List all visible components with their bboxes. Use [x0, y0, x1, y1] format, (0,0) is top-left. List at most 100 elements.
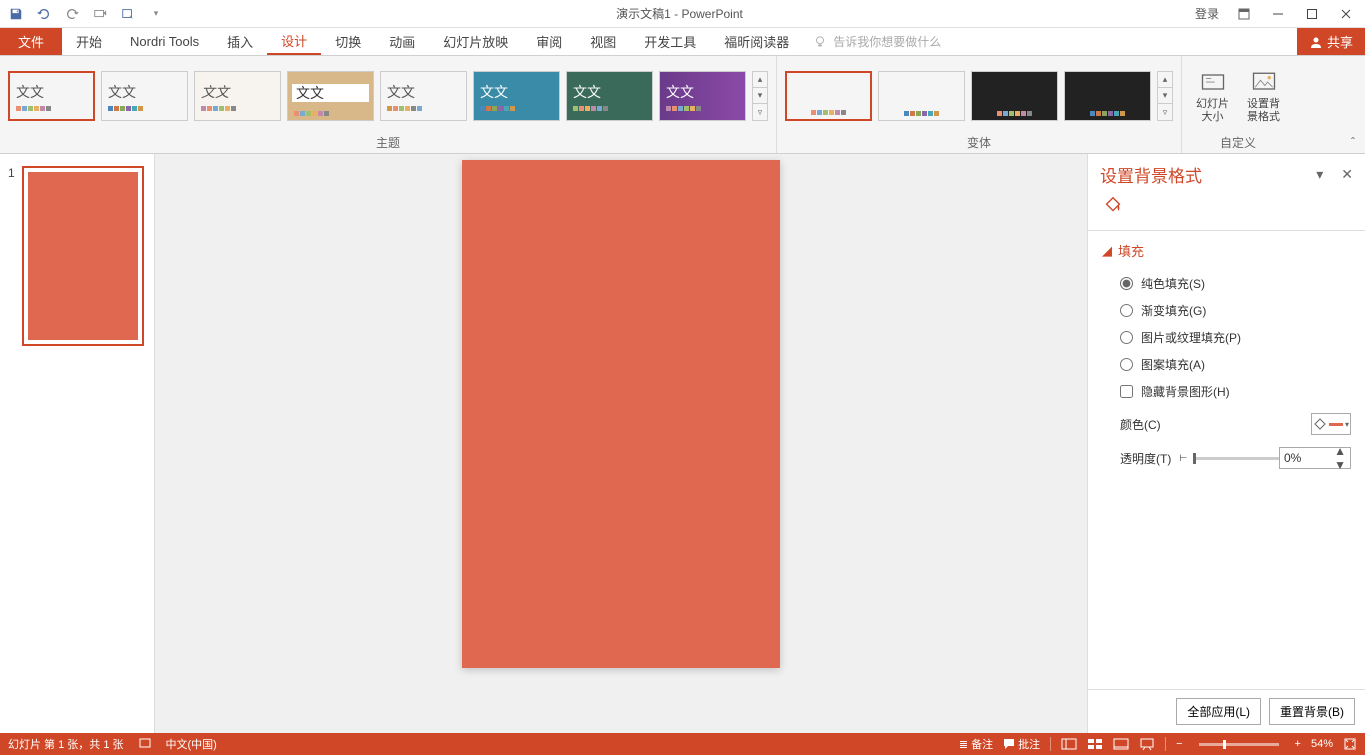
tab-view[interactable]: 视图	[576, 28, 630, 55]
zoom-out-button[interactable]: −	[1176, 738, 1182, 750]
fill-tab-icon[interactable]	[1088, 191, 1365, 231]
person-icon	[1309, 35, 1323, 49]
theme-thumb[interactable]: 文文	[101, 71, 188, 121]
pane-options-icon[interactable]: ▾	[1316, 166, 1323, 183]
scroll-up-icon[interactable]: ▴	[1158, 72, 1172, 88]
tab-design[interactable]: 设计	[267, 28, 321, 55]
scroll-down-icon[interactable]: ▾	[1158, 88, 1172, 104]
theme-thumb[interactable]: 文文	[659, 71, 746, 121]
collapse-ribbon-icon[interactable]: ˆ	[1341, 131, 1365, 153]
ribbon-tabs: 文件 开始 Nordri Tools 插入 设计 切换 动画 幻灯片放映 审阅 …	[0, 28, 1365, 56]
sign-in-button[interactable]: 登录	[1195, 5, 1219, 22]
apply-all-button[interactable]: 全部应用(L)	[1176, 698, 1261, 725]
tab-slideshow[interactable]: 幻灯片放映	[429, 28, 522, 55]
variant-thumb[interactable]	[785, 71, 872, 121]
sorter-view-icon[interactable]	[1087, 737, 1103, 751]
language-status[interactable]: 中文(中国)	[166, 736, 217, 752]
pane-footer: 全部应用(L) 重置背景(B)	[1088, 689, 1365, 733]
status-bar: 幻灯片 第 1 张，共 1 张 中文(中国) ≣ 备注 批注 − + 54%	[0, 733, 1365, 755]
radio-pattern-fill[interactable]: 图案填充(A)	[1102, 351, 1351, 378]
zoom-level[interactable]: 54%	[1311, 738, 1333, 750]
tab-review[interactable]: 审阅	[522, 28, 576, 55]
tab-transitions[interactable]: 切换	[321, 28, 375, 55]
title-right: 登录	[1195, 5, 1365, 22]
themes-gallery-scroll[interactable]: ▴▾▿	[752, 71, 768, 121]
tab-nordri[interactable]: Nordri Tools	[116, 28, 213, 55]
title-bar: ▾ 演示文稿1 - PowerPoint 登录	[0, 0, 1365, 28]
variant-thumb[interactable]	[971, 71, 1058, 121]
comments-button[interactable]: 批注	[1003, 736, 1040, 752]
normal-view-icon[interactable]	[1061, 737, 1077, 751]
tab-insert[interactable]: 插入	[213, 28, 267, 55]
save-icon[interactable]	[8, 6, 24, 22]
tab-foxit[interactable]: 福昕阅读器	[710, 28, 803, 55]
workspace: 1 设置背景格式 ▾ ✕ ◢填充 纯色填充(S) 渐变填充(G) 图片或纹理填充…	[0, 154, 1365, 733]
scroll-up-icon[interactable]: ▴	[753, 72, 767, 88]
share-button[interactable]: 共享	[1297, 28, 1365, 55]
slide-thumbnail-panel: 1	[0, 154, 155, 733]
pane-title: 设置背景格式	[1100, 162, 1316, 187]
quick-access-toolbar: ▾	[0, 6, 164, 22]
reading-view-icon[interactable]	[1113, 737, 1129, 751]
theme-thumb[interactable]: 文文	[566, 71, 653, 121]
transparency-input[interactable]: 0%▲▼	[1279, 447, 1351, 469]
window-title: 演示文稿1 - PowerPoint	[164, 5, 1195, 22]
variants-gallery-scroll[interactable]: ▴▾▿	[1157, 71, 1173, 121]
bg-format-button[interactable]: 设置背 景格式	[1241, 66, 1286, 126]
check-hide-bg[interactable]: 隐藏背景图形(H)	[1102, 378, 1351, 405]
fill-section-header[interactable]: ◢填充	[1102, 241, 1351, 260]
pane-close-icon[interactable]: ✕	[1341, 166, 1353, 183]
theme-thumb[interactable]: 文文	[194, 71, 281, 121]
minimize-icon[interactable]	[1269, 8, 1287, 20]
maximize-icon[interactable]	[1303, 8, 1321, 20]
undo-icon[interactable]	[36, 6, 52, 22]
themes-group: 文文 文文 文文 文文 文文 文文 文文 文文 ▴▾▿ 主题	[0, 56, 777, 153]
fit-window-icon[interactable]	[1343, 737, 1357, 751]
variants-label: 变体	[785, 132, 1173, 151]
color-picker-button[interactable]: ▾	[1311, 413, 1351, 435]
variant-thumb[interactable]	[878, 71, 965, 121]
slideshow-view-icon[interactable]	[1139, 737, 1155, 751]
scroll-down-icon[interactable]: ▾	[753, 88, 767, 104]
qat-dropdown-icon[interactable]: ▾	[148, 6, 164, 22]
tab-developer[interactable]: 开发工具	[630, 28, 710, 55]
qat-more-icon[interactable]	[120, 6, 136, 22]
custom-label: 自定义	[1190, 132, 1286, 151]
tab-file[interactable]: 文件	[0, 28, 62, 55]
radio-gradient-fill[interactable]: 渐变填充(G)	[1102, 297, 1351, 324]
close-icon[interactable]	[1337, 8, 1355, 20]
tab-home[interactable]: 开始	[62, 28, 116, 55]
zoom-in-button[interactable]: +	[1295, 738, 1301, 750]
expand-gallery-icon[interactable]: ▿	[753, 104, 767, 120]
tell-me-input[interactable]: 告诉我你想要做什么	[813, 28, 941, 55]
slide-number: 1	[8, 166, 22, 346]
variant-thumb[interactable]	[1064, 71, 1151, 121]
slide-thumbnail[interactable]	[22, 166, 144, 346]
lightbulb-icon	[813, 35, 827, 49]
transparency-row: 透明度(T) ⊢ 0%▲▼	[1102, 439, 1351, 473]
ribbon-display-icon[interactable]	[1235, 7, 1253, 21]
spellcheck-icon[interactable]	[138, 736, 152, 753]
start-from-beginning-icon[interactable]	[92, 6, 108, 22]
tab-anim[interactable]: 动画	[375, 28, 429, 55]
theme-thumb[interactable]: 文文	[8, 71, 95, 121]
slide-size-button[interactable]: 幻灯片 大小	[1190, 66, 1235, 126]
transparency-slider[interactable]: ⊢	[1179, 453, 1279, 464]
pane-body: ◢填充 纯色填充(S) 渐变填充(G) 图片或纹理填充(P) 图案填充(A) 隐…	[1088, 231, 1365, 689]
slide-canvas[interactable]	[462, 160, 780, 668]
zoom-slider[interactable]	[1199, 743, 1279, 746]
theme-thumb[interactable]: 文文	[380, 71, 467, 121]
radio-solid-fill[interactable]: 纯色填充(S)	[1102, 270, 1351, 297]
custom-group: 幻灯片 大小 设置背 景格式 自定义	[1182, 56, 1294, 153]
slide-count-status[interactable]: 幻灯片 第 1 张，共 1 张	[8, 736, 124, 752]
collapse-triangle-icon: ◢	[1102, 243, 1112, 259]
theme-thumb[interactable]: 文文	[287, 71, 374, 121]
radio-picture-fill[interactable]: 图片或纹理填充(P)	[1102, 324, 1351, 351]
reset-bg-button[interactable]: 重置背景(B)	[1269, 698, 1355, 725]
slide-thumb-wrap[interactable]: 1	[0, 166, 154, 346]
canvas-area[interactable]	[155, 154, 1087, 733]
theme-thumb[interactable]: 文文	[473, 71, 560, 121]
expand-gallery-icon[interactable]: ▿	[1158, 104, 1172, 120]
notes-button[interactable]: ≣ 备注	[959, 736, 993, 752]
redo-icon[interactable]	[64, 6, 80, 22]
